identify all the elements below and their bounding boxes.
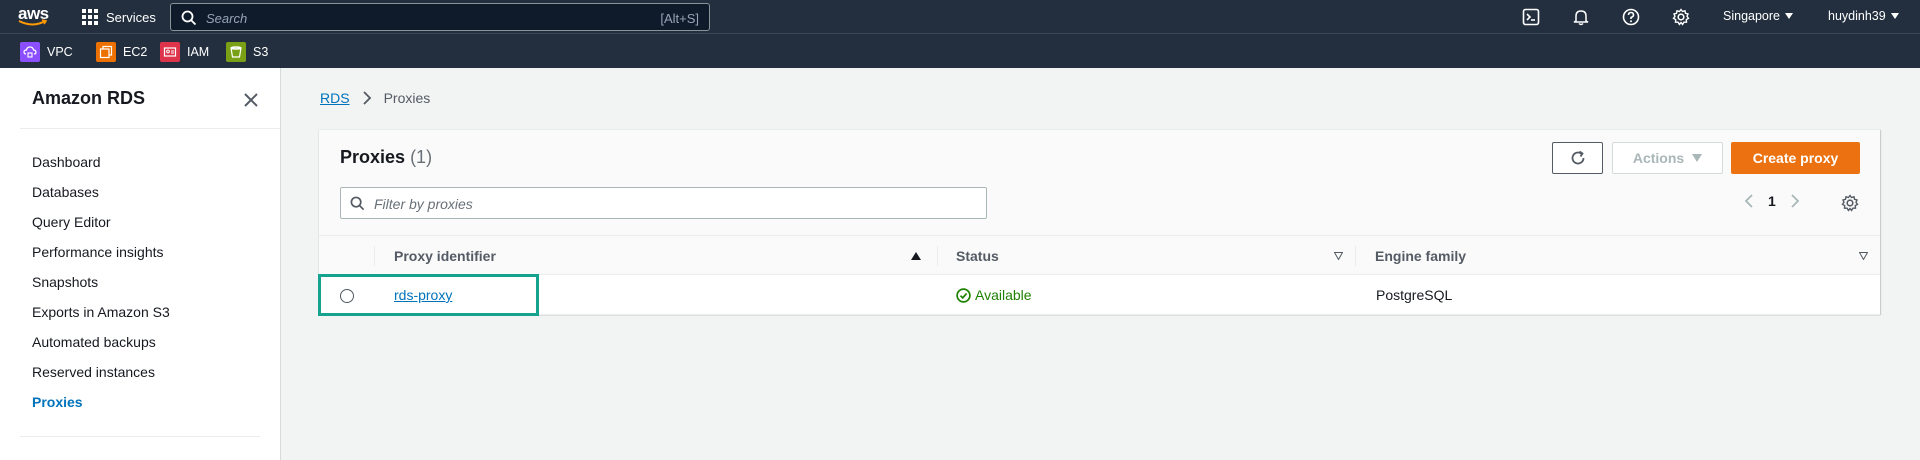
sidebar-item-query-editor[interactable]: Query Editor (32, 213, 170, 243)
sidebar: Amazon RDS Dashboard Databases Query Edi… (0, 68, 281, 460)
username-label: huydinh39 (1828, 9, 1886, 23)
breadcrumb-rds-link[interactable]: RDS (320, 90, 350, 106)
global-search-input[interactable]: Search [Alt+S] (170, 3, 710, 31)
favorite-label: IAM (187, 45, 210, 59)
services-menu[interactable]: Services (82, 7, 156, 27)
sidebar-title: Amazon RDS (32, 88, 146, 108)
sidebar-item-databases[interactable]: Databases (32, 183, 170, 213)
sidebar-nav: Dashboard Databases Query Editor Perform… (32, 153, 170, 423)
sidebar-divider (20, 128, 280, 129)
sidebar-item-dashboard[interactable]: Dashboard (32, 153, 170, 183)
sort-icon[interactable] (1334, 252, 1343, 260)
favorite-vpc[interactable]: VPC (20, 42, 73, 62)
engine-family-cell: PostgreSQL (1376, 287, 1453, 303)
favorites-bar: VPC EC2 IAM S3 (0, 33, 1920, 68)
row-select-radio[interactable] (340, 289, 354, 303)
status-cell: Available (956, 287, 1032, 303)
column-header-status[interactable]: Status (956, 248, 999, 264)
refresh-icon (1571, 150, 1584, 165)
settings-gear-icon[interactable] (1672, 8, 1690, 26)
filter-proxies-input[interactable]: Filter by proxies (340, 187, 987, 219)
actions-label: Actions (1632, 150, 1685, 166)
favorite-s3[interactable]: S3 (226, 42, 268, 62)
services-label: Services (106, 9, 156, 25)
column-divider (937, 246, 938, 266)
top-navigation: aws Services Search [Alt+S] Singapore hu… (0, 0, 1920, 33)
page-number[interactable]: 1 (1768, 193, 1776, 209)
vpc-icon (20, 42, 40, 62)
actions-dropdown-button[interactable]: Actions (1612, 142, 1723, 174)
favorite-label: S3 (253, 45, 269, 59)
chevron-right-icon (362, 91, 371, 105)
create-proxy-button[interactable]: Create proxy (1731, 142, 1860, 174)
sort-icon[interactable] (1859, 252, 1868, 260)
status-text: Available (975, 287, 1032, 303)
success-check-icon (956, 287, 971, 303)
cloudshell-icon[interactable] (1522, 8, 1540, 26)
caret-down-icon (1692, 154, 1703, 162)
chevron-left-icon[interactable] (1744, 193, 1754, 209)
refresh-button[interactable] (1552, 142, 1603, 174)
help-icon[interactable] (1622, 8, 1640, 26)
ec2-icon (96, 42, 116, 62)
proxy-identifier-link[interactable]: rds-proxy (394, 287, 452, 303)
favorite-iam[interactable]: IAM (160, 42, 209, 62)
region-label: Singapore (1723, 9, 1780, 23)
chevron-down-icon (1890, 13, 1899, 19)
panel-title: Proxies (1) (340, 147, 432, 168)
table-preferences-gear-icon[interactable] (1841, 194, 1859, 212)
sidebar-item-reserved-instances[interactable]: Reserved instances (32, 363, 170, 393)
search-shortcut: [Alt+S] (660, 11, 699, 26)
s3-bucket-icon (226, 42, 246, 62)
proxies-count: (1) (410, 147, 433, 167)
proxies-panel: Proxies (1) Actions Create proxy Filter … (319, 129, 1880, 315)
notifications-bell-icon[interactable] (1572, 8, 1590, 26)
proxy-identifier-cell: rds-proxy (394, 287, 452, 303)
filter-placeholder: Filter by proxies (374, 196, 473, 212)
panel-title-text: Proxies (340, 147, 406, 167)
sidebar-divider (20, 436, 260, 437)
chevron-down-icon (1785, 13, 1793, 19)
iam-icon (160, 42, 180, 62)
close-icon[interactable] (241, 90, 261, 110)
breadcrumb-current: Proxies (383, 90, 431, 106)
sort-ascending-icon[interactable] (911, 252, 921, 260)
table-row[interactable]: rds-proxy Available PostgreSQL (319, 275, 1880, 315)
column-header-proxy-identifier[interactable]: Proxy identifier (394, 248, 496, 264)
aws-logo[interactable]: aws (18, 5, 50, 29)
favorite-label: EC2 (123, 45, 148, 59)
search-placeholder: Search (206, 11, 248, 26)
pagination: 1 (1744, 193, 1800, 209)
favorite-ec2[interactable]: EC2 (96, 42, 147, 62)
column-divider (374, 246, 375, 266)
sidebar-item-performance-insights[interactable]: Performance insights (32, 243, 170, 273)
table-header: Proxy identifier Status Engine family (319, 235, 1880, 275)
region-selector[interactable]: Singapore (1723, 9, 1793, 23)
sidebar-item-snapshots[interactable]: Snapshots (32, 273, 170, 303)
account-menu[interactable]: huydinh39 (1828, 9, 1899, 23)
chevron-right-icon[interactable] (1790, 193, 1800, 209)
aws-smile-icon (18, 19, 48, 26)
grid-icon (82, 9, 98, 25)
column-divider (1355, 246, 1356, 266)
search-icon (350, 196, 365, 211)
search-icon (181, 10, 197, 26)
sidebar-item-exports-s3[interactable]: Exports in Amazon S3 (32, 303, 170, 333)
sidebar-item-proxies[interactable]: Proxies (32, 393, 170, 423)
sidebar-item-automated-backups[interactable]: Automated backups (32, 333, 170, 363)
column-header-engine-family[interactable]: Engine family (1375, 248, 1466, 264)
breadcrumb: RDS Proxies (320, 90, 430, 106)
favorite-label: VPC (47, 45, 73, 59)
